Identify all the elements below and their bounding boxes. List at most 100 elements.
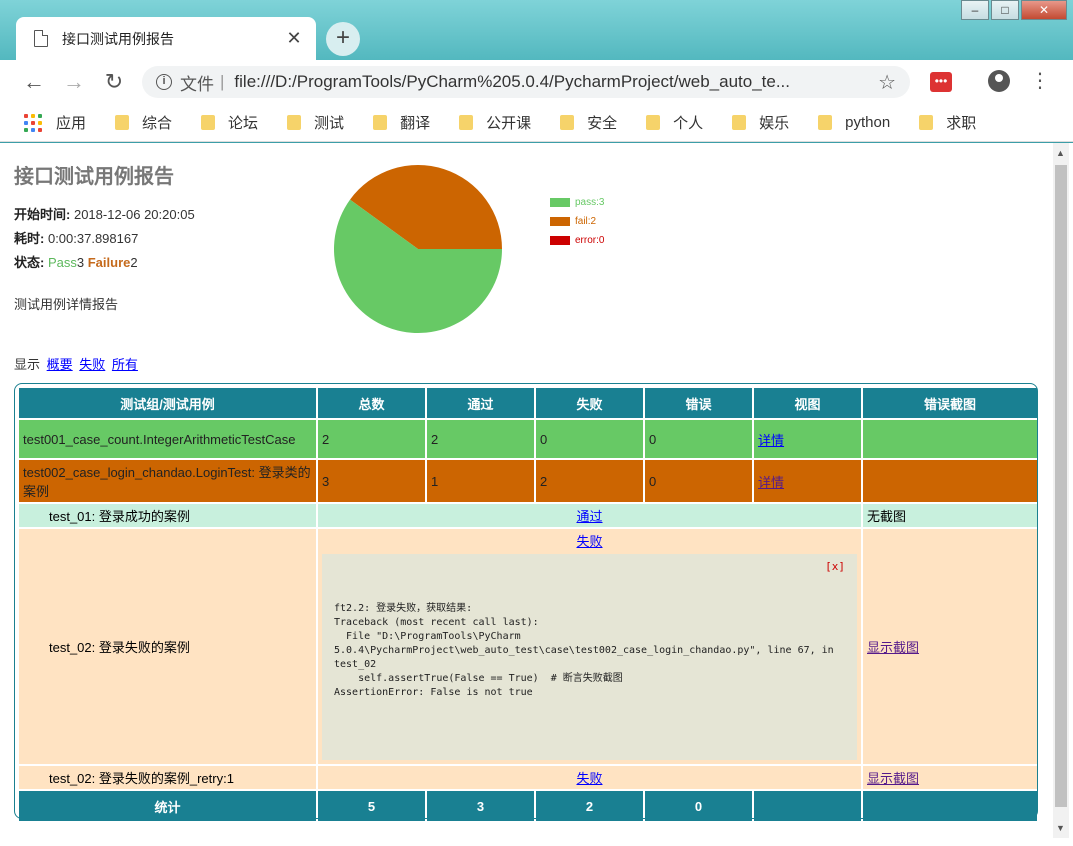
- footer-fail: 2: [536, 791, 643, 821]
- vertical-scrollbar[interactable]: ▲ ▼: [1053, 143, 1069, 838]
- legend-label: pass:3: [575, 197, 605, 208]
- folder-icon: [732, 115, 747, 130]
- bookmark-label: 论坛: [228, 115, 259, 132]
- result-table-container: 测试组/测试用例 总数 通过 失败 错误 视图 错误截图 test001_cas…: [14, 383, 1038, 821]
- legend-item: fail:2: [550, 212, 604, 231]
- back-icon[interactable]: ←: [20, 68, 48, 96]
- bookmark-folder[interactable]: 求职: [919, 112, 976, 133]
- tab-close-icon[interactable]: ✕: [284, 28, 304, 49]
- group-pass: 2: [427, 420, 534, 458]
- column-header: 测试组/测试用例: [19, 388, 316, 418]
- case-screenshot: 无截图: [863, 504, 1037, 527]
- apps-grid-icon: [24, 113, 42, 132]
- bookmark-folder[interactable]: 公开课: [459, 112, 531, 133]
- start-time: 开始时间: 2018-12-06 20:20:05: [14, 204, 195, 223]
- detail-link[interactable]: 详情: [758, 475, 784, 490]
- bookmark-folder[interactable]: python: [818, 114, 890, 131]
- case-screenshot-cell: 显示截图: [863, 529, 1037, 764]
- legend-swatch: [550, 236, 570, 245]
- column-header: 总数: [318, 388, 425, 418]
- bookmark-label: python: [845, 114, 891, 131]
- bookmark-label: 应用: [56, 115, 87, 132]
- bookmarks-bar: 应用 综合 论坛 测试 翻译 公开课 安全 个人 娱乐 python 求职: [0, 104, 1073, 142]
- bookmark-folder[interactable]: 综合: [115, 112, 172, 133]
- bookmark-star-icon[interactable]: ☆: [878, 70, 896, 95]
- case-name: test_01: 登录成功的案例: [19, 504, 316, 527]
- extension-icon[interactable]: •••: [930, 72, 952, 92]
- group-error: 0: [645, 420, 752, 458]
- case-result-cell: 通过: [318, 504, 861, 527]
- group-screenshot-cell: [863, 460, 1037, 502]
- group-total: 3: [318, 460, 425, 502]
- title-bar: 接口测试用例报告 ✕ + – □ ✕: [0, 0, 1073, 60]
- column-header: 错误截图: [863, 388, 1037, 418]
- folder-icon: [201, 115, 216, 130]
- new-tab-button[interactable]: +: [326, 22, 360, 56]
- bookmark-folder[interactable]: 测试: [287, 112, 344, 133]
- page-viewport: 接口测试用例报告 开始时间: 2018-12-06 20:20:05 耗时: 0…: [0, 143, 1073, 846]
- traceback-text: ft2.2: 登录失败，获取结果: Traceback (most recent…: [334, 603, 834, 698]
- bookmark-folder[interactable]: 个人: [646, 112, 703, 133]
- folder-icon: [919, 115, 934, 130]
- minimize-button[interactable]: –: [961, 0, 989, 20]
- url-text[interactable]: file:///D:/ProgramTools/PyCharm%205.0.4/…: [234, 72, 878, 92]
- bookmark-folder[interactable]: 论坛: [201, 112, 258, 133]
- bookmark-apps[interactable]: 应用: [24, 112, 86, 133]
- bookmark-label: 个人: [673, 115, 704, 132]
- close-window-button[interactable]: ✕: [1021, 0, 1067, 20]
- window-controls: – □ ✕: [959, 0, 1067, 20]
- case-result-link[interactable]: 通过: [576, 509, 602, 524]
- bookmark-label: 测试: [314, 115, 345, 132]
- table-footer-row: 统计 5 3 2 0: [19, 791, 1037, 821]
- bookmark-folder[interactable]: 翻译: [373, 112, 430, 133]
- profile-avatar-icon[interactable]: [988, 70, 1010, 92]
- filter-summary-link[interactable]: 概要: [47, 357, 73, 372]
- scroll-up-icon[interactable]: ▲: [1056, 148, 1065, 158]
- bookmark-label: 公开课: [486, 115, 532, 132]
- case-name: test_02: 登录失败的案例_retry:1: [19, 766, 316, 789]
- detail-link[interactable]: 详情: [758, 433, 784, 448]
- group-fail: 2: [536, 460, 643, 502]
- status-fail-count: 2: [130, 255, 138, 270]
- info-icon[interactable]: i: [156, 74, 172, 90]
- address-bar[interactable]: i 文件 | file:///D:/ProgramTools/PyCharm%2…: [142, 66, 910, 98]
- footer-view: [754, 791, 861, 821]
- menu-icon[interactable]: ⋮: [1030, 68, 1050, 93]
- scroll-down-icon[interactable]: ▼: [1056, 823, 1065, 833]
- table-row-group: test001_case_count.IntegerArithmeticTest…: [19, 420, 1037, 458]
- start-time-value: 2018-12-06 20:20:05: [73, 207, 195, 222]
- scrollbar-thumb[interactable]: [1055, 165, 1067, 807]
- group-total: 2: [318, 420, 425, 458]
- chart-legend: pass:3 fail:2 error:0: [550, 193, 604, 250]
- show-screenshot-link[interactable]: 显示截图: [867, 640, 919, 655]
- legend-item: pass:3: [550, 193, 604, 212]
- filter-failed-link[interactable]: 失败: [79, 357, 105, 372]
- case-screenshot-cell: 显示截图: [863, 766, 1037, 789]
- reload-icon[interactable]: ↻: [100, 68, 128, 96]
- column-header: 通过: [427, 388, 534, 418]
- show-screenshot-link[interactable]: 显示截图: [867, 771, 919, 786]
- close-traceback-button[interactable]: [x]: [825, 560, 845, 574]
- page-title: 接口测试用例报告: [14, 166, 174, 188]
- footer-pass: 3: [427, 791, 534, 821]
- bookmark-folder[interactable]: 娱乐: [732, 112, 789, 133]
- filter-bar: 显示 概要 失败 所有: [14, 354, 138, 373]
- url-scheme-label: 文件: [180, 74, 214, 94]
- group-screenshot-cell: [863, 420, 1037, 458]
- maximize-button[interactable]: □: [991, 0, 1019, 20]
- case-result-link[interactable]: 失败: [576, 771, 602, 786]
- browser-tab[interactable]: 接口测试用例报告 ✕: [16, 17, 316, 60]
- case-result-link[interactable]: 失败: [576, 534, 602, 549]
- result-table: 测试组/测试用例 总数 通过 失败 错误 视图 错误截图 test001_cas…: [17, 386, 1039, 823]
- tab-title: 接口测试用例报告: [62, 30, 174, 47]
- duration-value: 0:00:37.898167: [47, 231, 139, 246]
- forward-icon[interactable]: →: [60, 68, 88, 96]
- legend-label: error:0: [575, 235, 605, 246]
- folder-icon: [646, 115, 661, 130]
- bookmark-folder[interactable]: 安全: [560, 112, 617, 133]
- filter-all-link[interactable]: 所有: [112, 357, 138, 372]
- browser-toolbar: ← → ↻ i 文件 | file:///D:/ProgramTools/PyC…: [0, 60, 1073, 104]
- footer-total: 5: [318, 791, 425, 821]
- report-description: 测试用例详情报告: [14, 297, 119, 312]
- column-header: 视图: [754, 388, 861, 418]
